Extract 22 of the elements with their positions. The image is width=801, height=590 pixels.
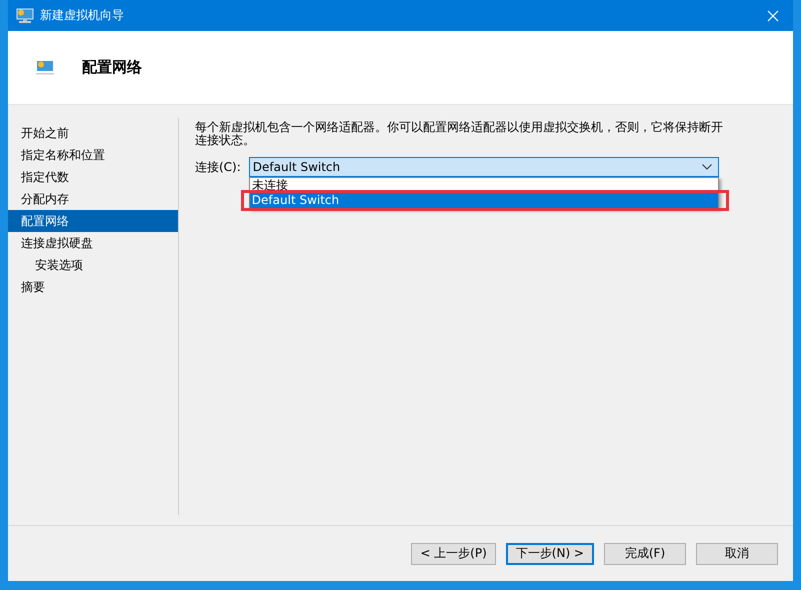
sidebar-item[interactable]: 安装选项 xyxy=(8,254,178,276)
page-title: 配置网络 xyxy=(82,58,142,77)
connection-label: 连接(C): xyxy=(195,159,241,176)
wizard-button[interactable]: 取消 xyxy=(696,542,778,564)
sidebar-item[interactable]: 分配内存 xyxy=(8,188,178,210)
window-title: 新建虚拟机向导 xyxy=(40,7,125,24)
connection-dropdown[interactable]: Default Switch xyxy=(248,157,719,177)
sidebar-item[interactable]: 摘要 xyxy=(8,276,178,298)
dropdown-option[interactable]: Default Switch xyxy=(250,193,718,208)
monitor-icon xyxy=(36,60,54,76)
wizard-button[interactable]: 下一步(N) > xyxy=(506,542,594,564)
sidebar-item[interactable]: 指定名称和位置 xyxy=(8,144,178,166)
sidebar-item[interactable]: 连接虚拟硬盘 xyxy=(8,232,178,254)
description-text: 每个新虚拟机包含一个网络适配器。你可以配置网络适配器以使用虚拟交换机，否则，它将保持断开连接状态。 xyxy=(195,121,724,147)
wizard-button[interactable]: < 上一步(P) xyxy=(411,542,496,564)
wizard-button[interactable]: 完成(F) xyxy=(604,542,686,564)
sidebar-item[interactable]: 配置网络 xyxy=(8,210,178,232)
monitor-icon xyxy=(16,8,34,24)
sidebar-item[interactable]: 开始之前 xyxy=(8,122,178,144)
close-icon[interactable] xyxy=(767,10,779,22)
chevron-down-icon xyxy=(702,164,712,170)
sidebar-item[interactable]: 指定代数 xyxy=(8,166,178,188)
